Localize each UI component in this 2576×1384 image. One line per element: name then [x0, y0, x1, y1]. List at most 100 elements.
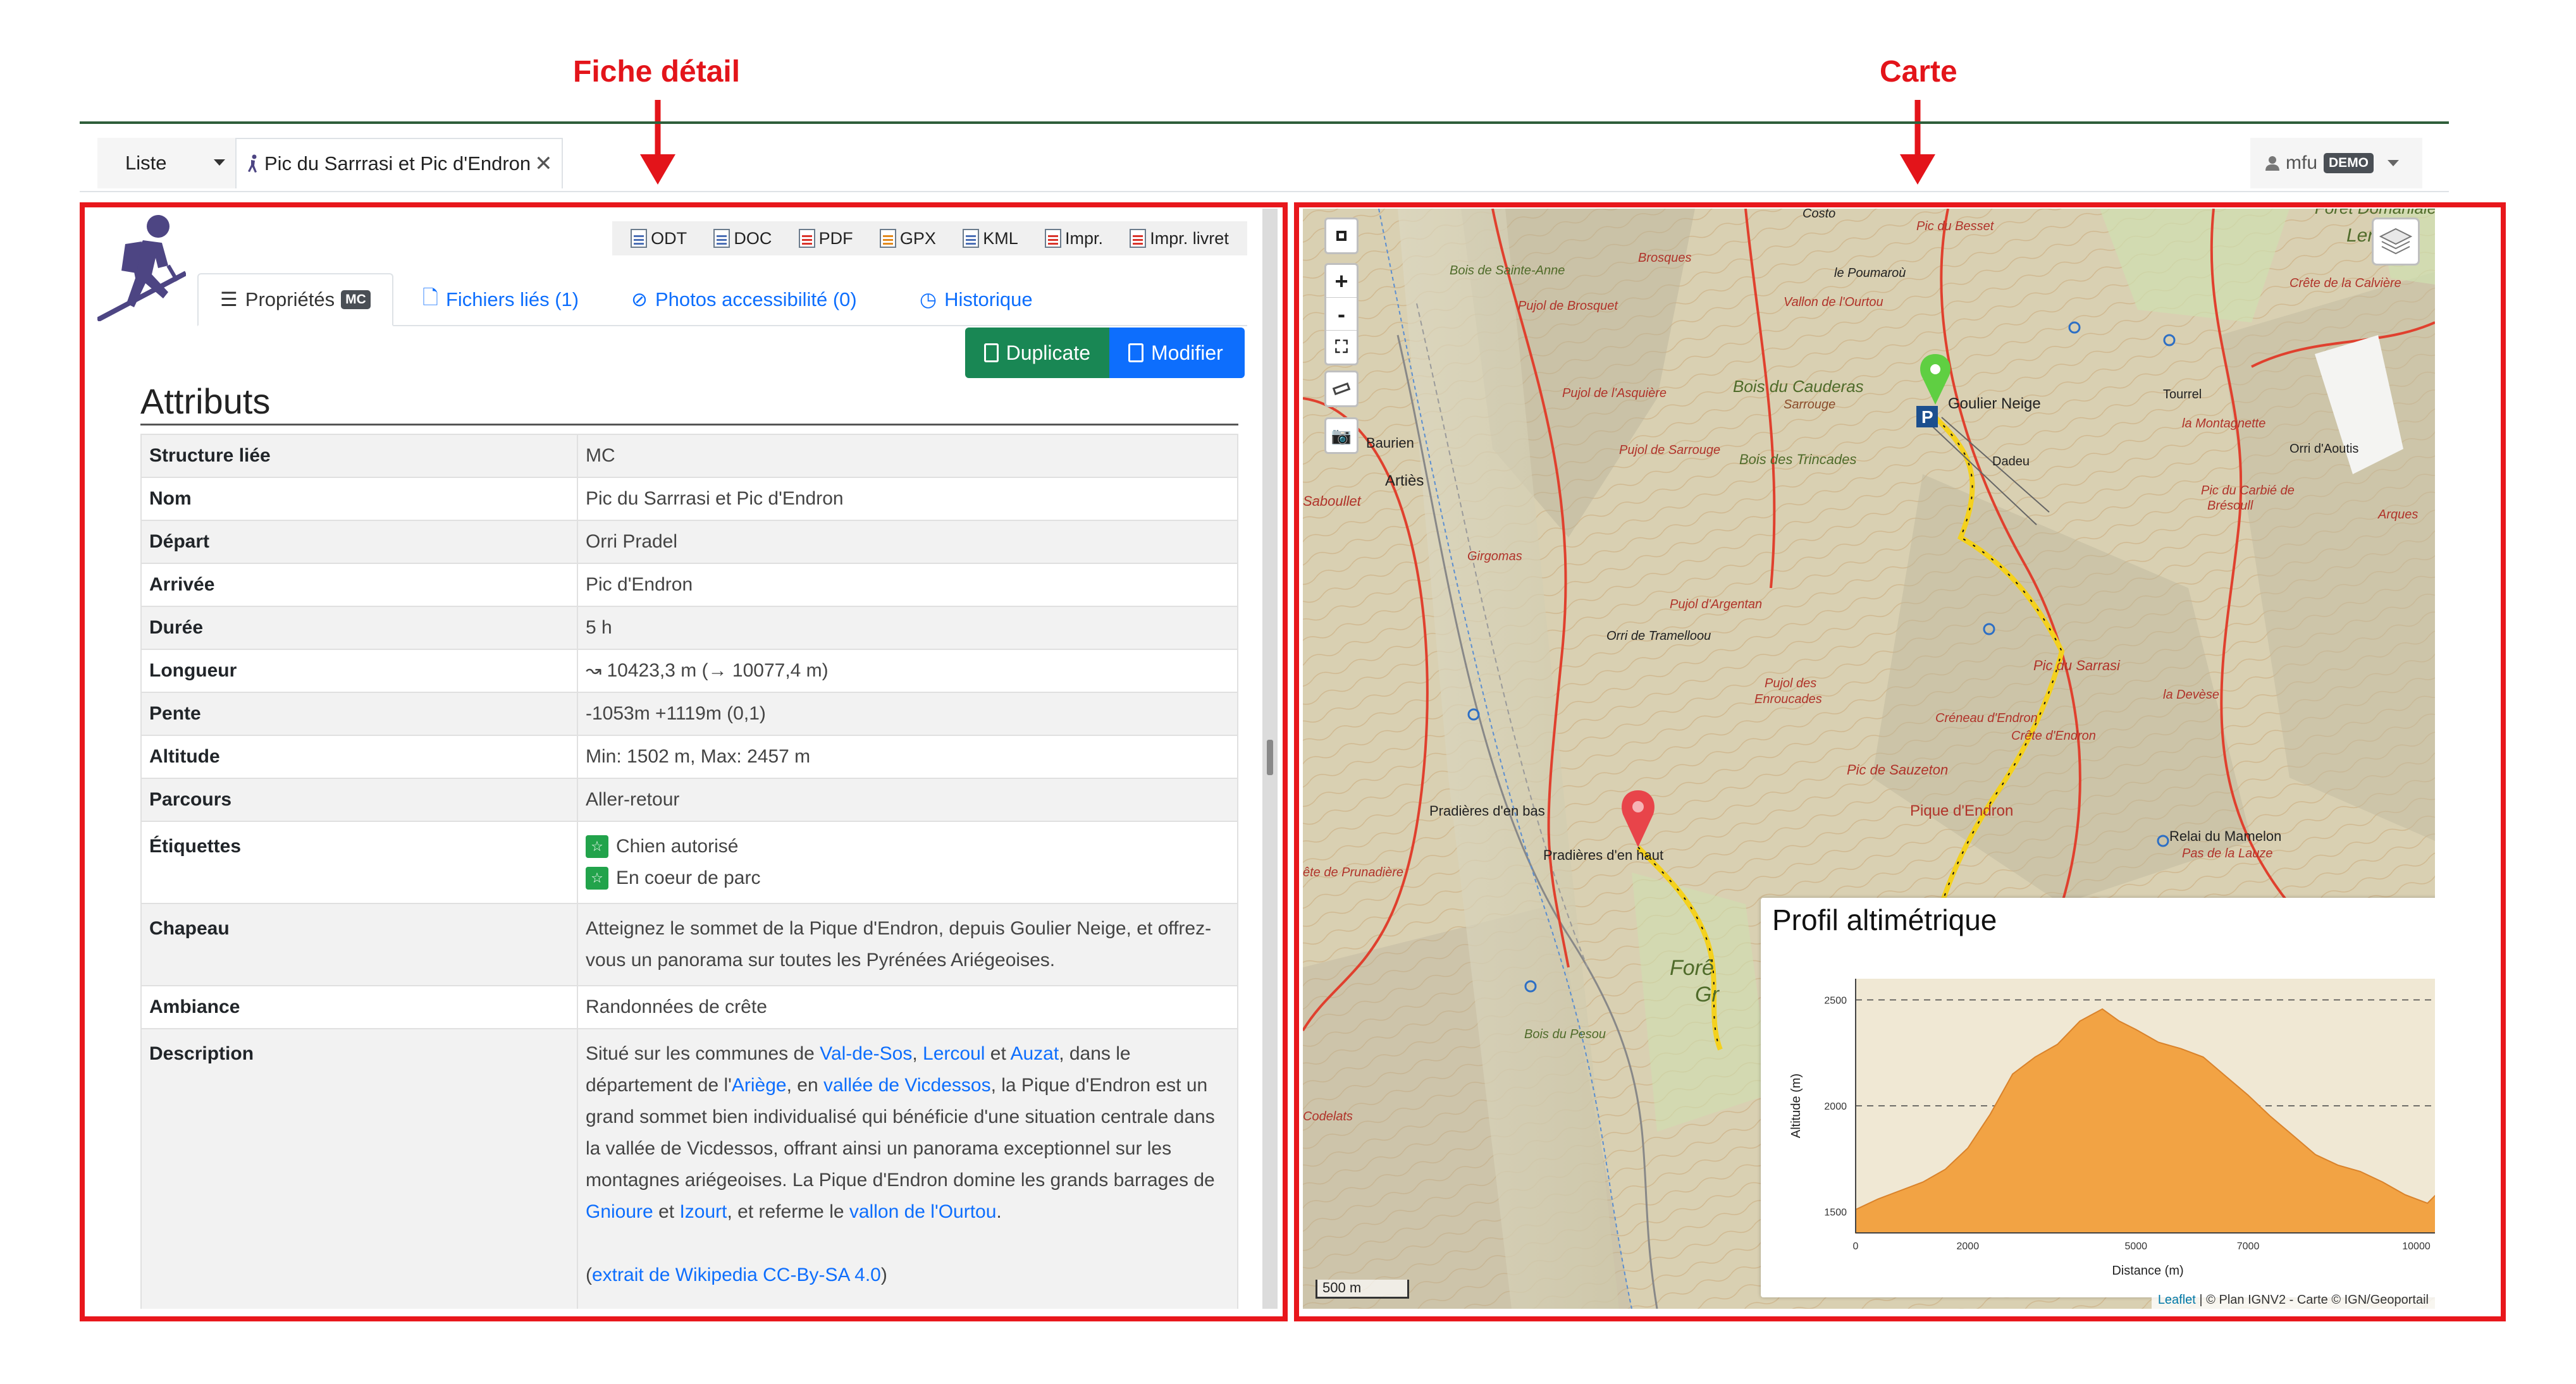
svg-text:Forê: Forê — [1670, 956, 1714, 980]
svg-text:Pujol de Sarrouge: Pujol de Sarrouge — [1619, 443, 1720, 457]
map-view[interactable]: P Goulier Neige Bois du Cauderas Sarroug… — [1303, 209, 2435, 1309]
attr-key: Longueur — [140, 649, 578, 693]
desc-text: , — [912, 1043, 923, 1064]
ruler-icon — [1332, 382, 1351, 396]
detail-panel: ODT DOC PDF GPX KML Impr. Impr. livret ☰… — [86, 209, 1262, 1309]
tab-properties[interactable]: ☰ Propriétés MC — [197, 273, 393, 326]
gpx-file-icon — [879, 229, 896, 248]
eye-slash-icon: ⊘ — [631, 288, 648, 310]
svg-text:Goulier Neige: Goulier Neige — [1948, 395, 2041, 412]
svg-text:Crête de la Calvière: Crête de la Calvière — [2289, 276, 2401, 290]
desc-text: , en — [786, 1075, 823, 1096]
svg-text:Pas de la Lauze: Pas de la Lauze — [2182, 847, 2272, 860]
tab-linked-files[interactable]: 🗋 Fichiers liés (1) — [422, 273, 579, 326]
link-val-de-sos[interactable]: Val-de-Sos — [820, 1043, 912, 1064]
section-title: Attributs — [140, 381, 271, 421]
print-label: Impr. — [1065, 228, 1104, 248]
svg-text:Gr: Gr — [1695, 983, 1720, 1007]
export-odt-label: ODT — [651, 228, 687, 248]
link-ariege[interactable]: Ariège — [732, 1075, 787, 1096]
svg-text:Pujol de l'Asquière: Pujol de l'Asquière — [1562, 386, 1667, 400]
layers-button[interactable] — [2372, 217, 2420, 266]
print-button[interactable]: Impr. — [1045, 229, 1103, 248]
fit-extent-button[interactable]: ⛶ — [1326, 331, 1357, 364]
link-lercoul[interactable]: Lercoul — [923, 1043, 985, 1064]
svg-text:Crête d'Endron: Crête d'Endron — [2011, 729, 2096, 743]
fullscreen-button[interactable] — [1326, 219, 1357, 252]
y-axis-label: Altitude (m) — [1789, 1074, 1803, 1138]
svg-text:Brosques: Brosques — [1638, 251, 1692, 265]
svg-text:Pique d'Endron: Pique d'Endron — [1910, 802, 2013, 819]
current-trek-tab[interactable]: Pic du Sarrrasi et Pic d'Endron ✕ — [235, 138, 563, 188]
link-izourt[interactable]: Izourt — [679, 1201, 727, 1222]
link-wikipedia[interactable]: extrait de Wikipedia CC-By-SA 4.0 — [592, 1265, 881, 1285]
link-vallee-vicdessos[interactable]: vallée de Vicdessos — [823, 1075, 991, 1096]
clock-icon: ◷ — [920, 288, 937, 310]
export-odt-button[interactable]: ODT — [631, 229, 687, 248]
export-pdf-button[interactable]: PDF — [798, 228, 853, 248]
star-icon: ☆ — [586, 835, 608, 858]
edit-button[interactable]: Modifier — [1109, 328, 1245, 378]
list-dropdown[interactable]: Liste — [97, 138, 237, 188]
tab-properties-label: Propriétés — [245, 288, 335, 310]
svg-text:Pic du Carbié de: Pic du Carbié de — [2201, 484, 2295, 498]
grip-icon[interactable] — [1267, 740, 1273, 775]
map-controls — [1324, 217, 1359, 254]
attr-value: Pic d'Endron — [577, 563, 1238, 607]
tab-accessibility-photos[interactable]: ⊘ Photos accessibilité (0) — [631, 273, 857, 326]
x-tick-label: 5000 — [2124, 1241, 2147, 1252]
zoom-in-button[interactable]: + — [1326, 265, 1357, 298]
chevron-down-icon[interactable] — [214, 159, 225, 166]
measure-control — [1324, 370, 1359, 407]
export-gpx-label: GPX — [899, 228, 936, 248]
square-icon — [1336, 231, 1347, 241]
screenshot-button[interactable]: 📷 — [1326, 419, 1357, 452]
link-gnioure[interactable]: Gnioure — [586, 1201, 653, 1222]
table-row: Structure liée MC — [140, 434, 1238, 478]
user-menu[interactable]: mfu DEMO — [2250, 138, 2422, 188]
table-row: Parcours Aller-retour — [140, 778, 1238, 822]
table-row: Chapeau Atteignez le sommet de la Pique … — [140, 903, 1238, 986]
table-row: Ambiance Randonnées de crête — [140, 985, 1238, 1029]
tab-history[interactable]: ◷ Historique — [920, 273, 1033, 326]
svg-text:Costo: Costo — [1803, 209, 1835, 221]
svg-text:Orri d'Aoutis: Orri d'Aoutis — [2289, 442, 2358, 456]
attr-value: ↝ 10423,3 m (→ 10077,4 m) — [577, 649, 1238, 693]
attr-key: Description — [140, 1028, 578, 1309]
link-auzat[interactable]: Auzat — [1010, 1043, 1059, 1064]
link-vallon-ourtou[interactable]: vallon de l'Ourtou — [849, 1201, 997, 1222]
edit-label: Modifier — [1151, 341, 1223, 364]
x-tick-label: 10000 — [2402, 1241, 2431, 1252]
desc-text: ( — [586, 1265, 592, 1285]
svg-text:le Poumaroù: le Poumaroù — [1834, 266, 1906, 280]
leaflet-link[interactable]: Leaflet — [2158, 1293, 2196, 1307]
header-divider — [80, 121, 2449, 124]
print-booklet-button[interactable]: Impr. livret — [1130, 229, 1229, 248]
current-trek-label: Pic du Sarrrasi et Pic d'Endron — [264, 152, 531, 175]
export-kml-button[interactable]: KML — [963, 229, 1018, 248]
chevron-down-icon[interactable] — [2388, 160, 2400, 166]
list-icon: ☰ — [220, 288, 238, 310]
duplicate-label: Duplicate — [1006, 341, 1090, 364]
attr-key: Altitude — [140, 735, 578, 779]
close-icon[interactable]: ✕ — [534, 151, 553, 176]
zoom-out-button[interactable]: - — [1326, 298, 1357, 331]
export-gpx-button[interactable]: GPX — [879, 228, 936, 248]
booklet-file-icon — [1130, 229, 1147, 248]
attr-value: Min: 1502 m, Max: 2457 m — [577, 735, 1238, 779]
hiker-icon — [248, 154, 257, 173]
export-pdf-label: PDF — [818, 228, 853, 248]
export-doc-button[interactable]: DOC — [713, 229, 772, 248]
y-tick-label: 2000 — [1824, 1101, 1847, 1112]
panel-resize-handle[interactable] — [1262, 209, 1278, 1309]
label-tag: ☆ En coeur de parc — [586, 862, 1229, 894]
table-row: Longueur ↝ 10423,3 m (→ 10077,4 m) — [140, 649, 1238, 693]
duplicate-button[interactable]: Duplicate — [965, 328, 1109, 378]
table-row: Étiquettes ☆ Chien autorisé ☆ En coeur de … — [140, 821, 1238, 904]
ruler-button[interactable] — [1326, 372, 1357, 405]
svg-text:Arques: Arques — [2377, 508, 2418, 522]
attr-key: Nom — [140, 477, 578, 521]
section-divider — [140, 424, 1238, 426]
label-tag: ☆ Chien autorisé — [586, 831, 1229, 862]
tab-linked-files-label: Fichiers liés (1) — [445, 288, 579, 310]
